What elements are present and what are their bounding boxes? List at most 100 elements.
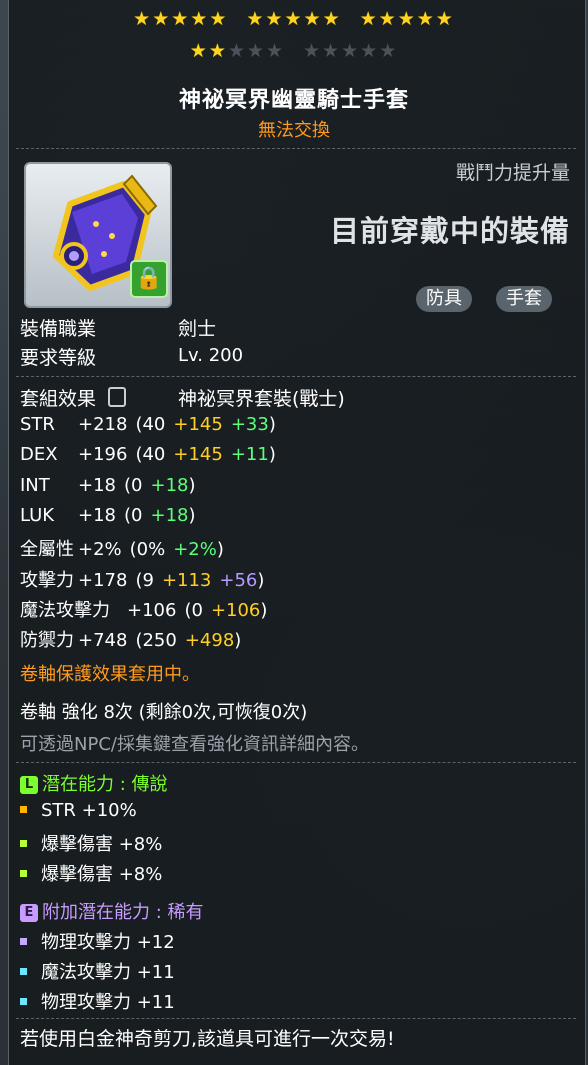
star-empty-icon: ★ — [246, 40, 266, 62]
stat-add1: +18 — [150, 505, 189, 526]
set-name: 神祕冥界套裝(戰士) — [178, 388, 345, 410]
bullet-icon — [20, 840, 27, 847]
bullet-icon — [20, 806, 27, 813]
potential-line: 物理攻擊力 +11 — [20, 988, 175, 1014]
star-filled-icon: ★ — [171, 8, 191, 30]
potential-label: 潛在能力 : 傳說 — [42, 774, 168, 795]
stat-name: DEX — [20, 444, 58, 465]
potential-line-text: 物理攻擊力 +12 — [41, 932, 175, 953]
set-info-icon[interactable] — [108, 387, 127, 407]
star-filled-icon: ★ — [359, 8, 379, 30]
stat-name: STR — [20, 414, 55, 435]
star-filled-icon: ★ — [152, 8, 172, 30]
stat-total: +748 — [78, 630, 128, 651]
job-value: 劍士 — [178, 318, 217, 340]
stat-row: 防禦力 +748 (250 +498) — [20, 626, 241, 652]
stat-add1: +113 — [161, 570, 212, 591]
star-group: ★★★★★ — [133, 8, 228, 30]
stat-close: ) — [260, 600, 268, 621]
stat-base: (0 — [184, 600, 203, 621]
stat-add1: +2% — [173, 539, 217, 560]
stat-add2: +56 — [219, 570, 258, 591]
star-filled-icon: ★ — [322, 8, 342, 30]
divider — [16, 1018, 576, 1019]
potential-line-text: 爆擊傷害 +8% — [41, 834, 163, 855]
level-value: Lv. 200 — [178, 345, 244, 366]
tag-gloves: 手套 — [496, 286, 552, 312]
stat-add1: +106 — [210, 600, 261, 621]
bullet-icon — [20, 998, 27, 1005]
stat-total: +106 — [127, 600, 177, 621]
star-filled-icon: ★ — [397, 8, 417, 30]
additional-potential-header: E 附加潛在能力 : 稀有 — [20, 898, 204, 924]
star-empty-icon: ★ — [227, 40, 247, 62]
stat-name: INT — [20, 475, 50, 496]
star-filled-icon: ★ — [133, 8, 153, 30]
stat-name: LUK — [20, 505, 55, 526]
set-label-text: 套組效果 — [20, 388, 97, 410]
level-label: 要求等級 — [20, 347, 97, 369]
stat-add1: +18 — [150, 475, 189, 496]
stat-total: +2% — [78, 539, 122, 560]
star-empty-icon: ★ — [322, 40, 342, 62]
stat-row: STR +218 (40 +145 +33) — [20, 414, 276, 435]
potential-line-text: 物理攻擊力 +11 — [41, 992, 175, 1013]
star-filled-icon: ★ — [416, 8, 436, 30]
star-empty-icon: ★ — [360, 40, 380, 62]
epic-grade-icon: E — [20, 904, 38, 922]
stat-add2: +33 — [230, 414, 269, 435]
stat-add1: +498 — [184, 630, 235, 651]
stat-total: +196 — [78, 444, 128, 465]
stat-base: (40 — [135, 414, 166, 435]
stat-row: 魔法攻擊力 +106 (0 +106) — [20, 596, 267, 622]
stat-base: (0 — [124, 475, 143, 496]
stat-total: +18 — [78, 475, 116, 496]
star-filled-icon: ★ — [190, 8, 210, 30]
stat-add1: +145 — [173, 444, 223, 465]
stat-row: 全屬性 +2% (0% +2%) — [20, 535, 224, 561]
star-filled-icon: ★ — [209, 8, 229, 30]
stat-name: 魔法攻擊力 — [20, 600, 110, 621]
star-filled-icon: ★ — [284, 8, 304, 30]
stat-base: (250 — [135, 630, 177, 651]
potential-line-text: STR +10% — [41, 800, 137, 821]
item-name: 神祕冥界幽靈騎士手套 — [178, 88, 409, 113]
star-filled-icon: ★ — [378, 8, 398, 30]
stat-total: +218 — [78, 414, 128, 435]
stat-row: DEX +196 (40 +145 +11) — [20, 444, 276, 465]
stat-close: ) — [268, 414, 276, 435]
set-effect-label: 套組效果 — [20, 384, 127, 411]
stat-name: 防禦力 — [20, 630, 74, 651]
potential-line: STR +10% — [20, 800, 137, 821]
potential-line: 爆擊傷害 +8% — [20, 860, 162, 886]
scroll-enhance-info: 卷軸 強化 8次 (剩餘0次,可恢復0次) — [20, 702, 308, 723]
stat-close: ) — [188, 475, 196, 496]
star-force-row-2: ★★★★★ ★★★★★ — [0, 40, 588, 62]
equipped-status: 目前穿戴中的裝備 — [329, 214, 570, 248]
stat-base: (0% — [129, 539, 166, 560]
trade-status: 無法交換 — [258, 120, 330, 141]
divider — [16, 376, 576, 377]
potential-line-text: 魔法攻擊力 +11 — [41, 962, 175, 983]
job-label: 裝備職業 — [20, 318, 97, 340]
bullet-icon — [20, 870, 27, 877]
star-filled-icon: ★ — [435, 8, 455, 30]
star-filled-icon: ★ — [189, 40, 209, 62]
lock-icon: 🔒 — [130, 260, 168, 298]
stat-total: +178 — [78, 570, 128, 591]
stat-close: ) — [234, 630, 242, 651]
stat-close: ) — [216, 539, 224, 560]
stat-row: INT +18 (0 +18) — [20, 475, 196, 496]
star-empty-icon: ★ — [341, 40, 361, 62]
bullet-icon — [20, 938, 27, 945]
potential-line: 物理攻擊力 +12 — [20, 928, 175, 954]
footer-note: 若使用白金神奇剪刀,該道具可進行一次交易! — [20, 1028, 395, 1050]
star-filled-icon: ★ — [246, 8, 266, 30]
stat-row: LUK +18 (0 +18) — [20, 505, 196, 526]
stat-name: 全屬性 — [20, 539, 74, 560]
star-empty-icon: ★ — [265, 40, 285, 62]
legendary-grade-icon: L — [20, 776, 38, 794]
bullet-icon — [20, 968, 27, 975]
stat-name: 攻擊力 — [20, 570, 74, 591]
stat-close: ) — [188, 505, 196, 526]
